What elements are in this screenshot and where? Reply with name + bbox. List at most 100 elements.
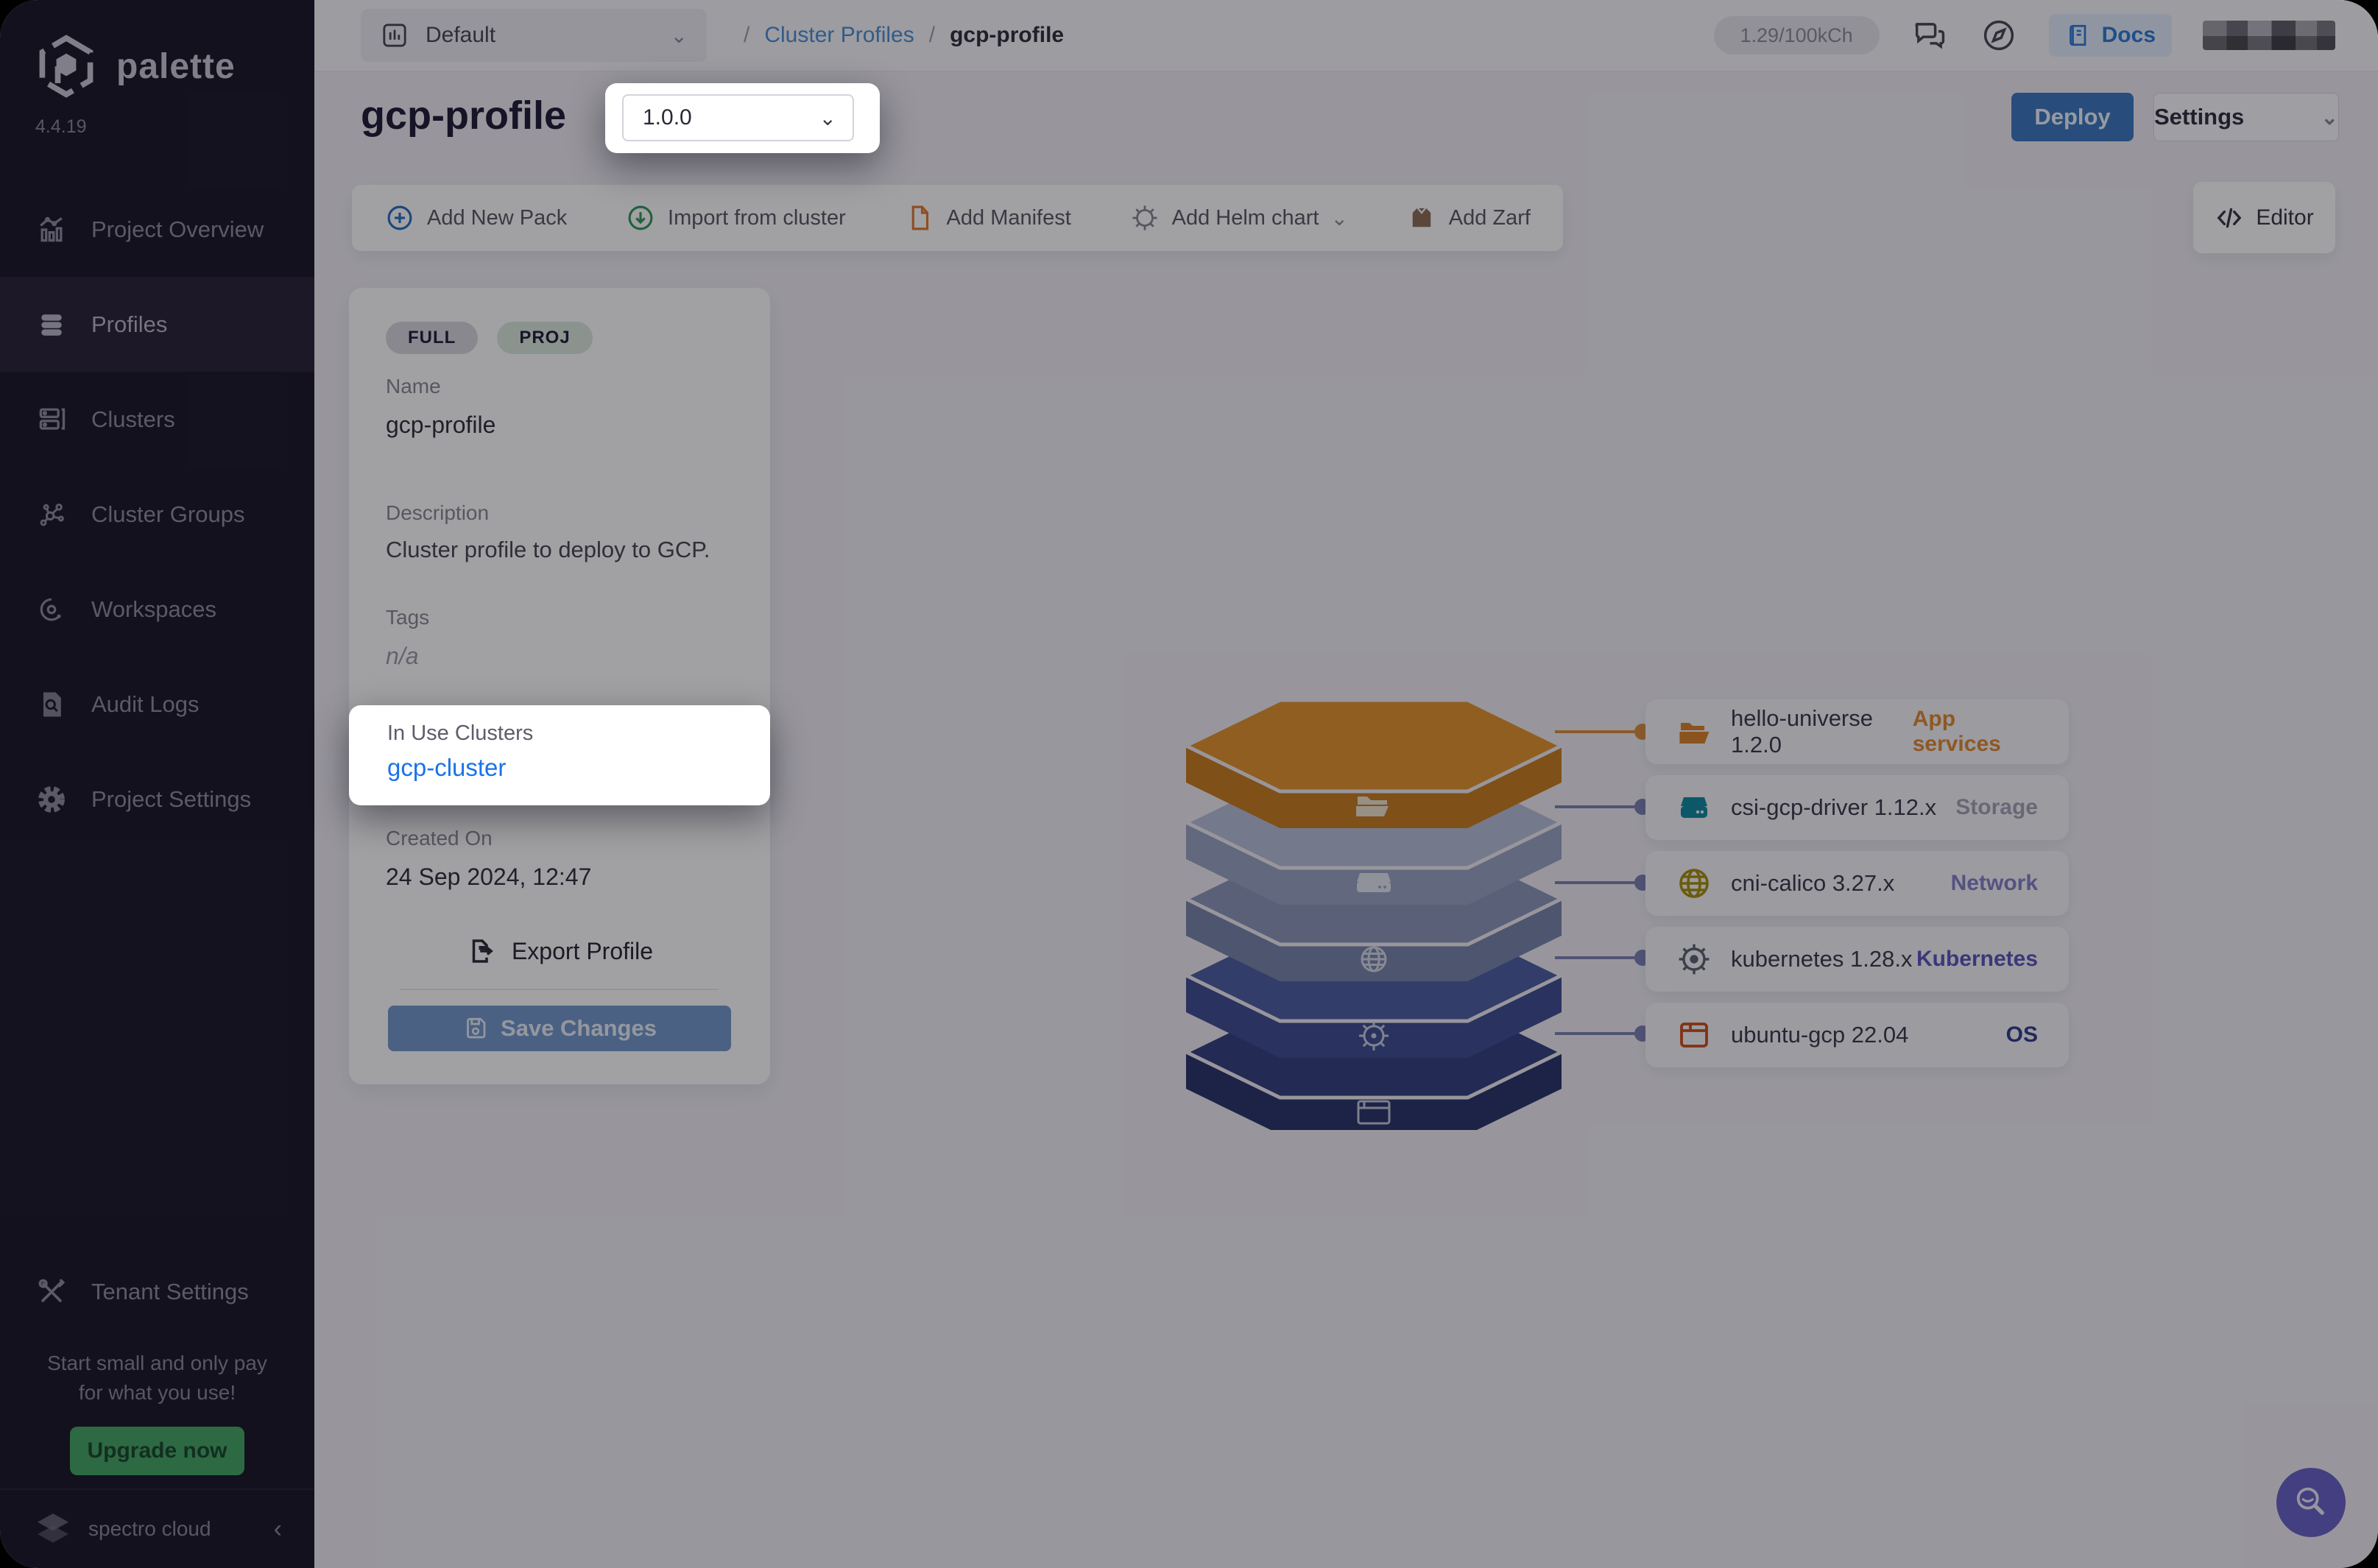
pack-category: Network — [1951, 871, 2038, 896]
logo-wordmark: palette — [116, 46, 236, 87]
user-name-redacted[interactable] — [2203, 21, 2335, 50]
topbar: Default ⌄ / Cluster Profiles / gcp-profi… — [314, 0, 2378, 71]
breadcrumb-current: gcp-profile — [950, 23, 1064, 48]
open-folder-icon — [1676, 714, 1712, 749]
add-new-pack-label: Add New Pack — [427, 206, 567, 230]
sidebar-item-cluster-groups[interactable]: Cluster Groups — [0, 467, 314, 562]
add-helm-chart-label: Add Helm chart — [1172, 206, 1319, 230]
kubernetes-wheel-icon — [1676, 942, 1712, 977]
add-manifest-label: Add Manifest — [947, 206, 1071, 230]
divider — [401, 989, 719, 990]
sidebar: palette 4.4.19 Project Overview Profiles — [0, 0, 314, 1568]
created-on-value: 24 Sep 2024, 12:47 — [386, 864, 591, 891]
stack-layer-app-services[interactable] — [1186, 700, 1562, 828]
sidebar-item-tenant-settings[interactable]: Tenant Settings — [0, 1251, 314, 1332]
pack-row-kubernetes[interactable]: kubernetes 1.28.x Kubernetes — [1645, 927, 2069, 992]
add-zarf-button[interactable]: Add Zarf — [1406, 202, 1531, 233]
orbit-icon — [35, 593, 68, 626]
os-window-icon — [1676, 1017, 1712, 1053]
export-profile-label: Export Profile — [512, 938, 653, 965]
code-icon — [2215, 203, 2244, 233]
pack-category: App services — [1913, 707, 2038, 757]
help-search-bubble-button[interactable] — [2276, 1468, 2346, 1537]
project-selector[interactable]: Default ⌄ — [361, 9, 707, 62]
breadcrumb: / Cluster Profiles / gcp-profile — [744, 23, 1064, 48]
save-changes-label: Save Changes — [501, 1015, 657, 1042]
profile-layer-stack — [1168, 688, 1580, 1130]
add-manifest-button[interactable]: Add Manifest — [904, 202, 1071, 233]
upgrade-promo-text: Start small and only pay for what you us… — [0, 1349, 314, 1408]
download-circle-icon — [625, 202, 656, 233]
book-icon — [2065, 22, 2092, 49]
pack-name: csi-gcp-driver 1.12.x — [1731, 794, 1936, 821]
pack-row-ubuntu-gcp[interactable]: ubuntu-gcp 22.04 OS — [1645, 1003, 2069, 1067]
sidebar-item-audit-logs[interactable]: Audit Logs — [0, 657, 314, 752]
version-spotlight: 1.0.0 ⌄ — [605, 83, 880, 153]
sidebar-footer: spectro cloud ‹ — [0, 1488, 314, 1568]
name-label: Name — [386, 375, 441, 398]
sidebar-item-project-settings[interactable]: Project Settings — [0, 752, 314, 847]
chevron-down-icon: ⌄ — [2321, 105, 2338, 130]
sidebar-item-workspaces[interactable]: Workspaces — [0, 562, 314, 657]
pack-name: ubuntu-gcp 22.04 — [1731, 1022, 1908, 1048]
save-changes-button[interactable]: Save Changes — [388, 1006, 731, 1051]
gear-icon — [35, 783, 68, 816]
chart-icon — [35, 213, 68, 246]
chevron-down-icon: ⌄ — [1330, 206, 1347, 230]
spectro-cloud-logo-icon — [32, 1508, 74, 1550]
manifest-file-icon — [904, 202, 935, 233]
sidebar-item-label: Profiles — [91, 311, 167, 338]
chat-button[interactable] — [1910, 16, 1949, 54]
sidebar-nav: Project Overview Profiles Clusters — [0, 182, 314, 847]
profile-toolbar: Add New Pack Import from cluster Add Man… — [352, 185, 1563, 251]
pack-row-csi-gcp-driver[interactable]: csi-gcp-driver 1.12.x Storage — [1645, 775, 2069, 840]
add-helm-chart-button[interactable]: Add Helm chart ⌄ — [1129, 202, 1348, 233]
import-from-cluster-button[interactable]: Import from cluster — [625, 202, 846, 233]
sidebar-item-profiles[interactable]: Profiles — [0, 277, 314, 372]
app-window: palette 4.4.19 Project Overview Profiles — [0, 0, 2378, 1568]
chevron-down-icon: ⌄ — [671, 24, 688, 48]
storage-drive-icon — [1357, 873, 1391, 892]
globe-icon — [1676, 866, 1712, 901]
export-profile-button[interactable]: Export Profile — [349, 936, 770, 967]
sidebar-item-label: Tenant Settings — [91, 1279, 249, 1305]
plus-circle-icon — [384, 202, 415, 233]
pack-category: Storage — [1955, 795, 2038, 820]
profile-version-dropdown[interactable]: 1.0.0 ⌄ — [622, 94, 854, 141]
profile-version-value: 1.0.0 — [643, 105, 692, 130]
audit-log-icon — [35, 688, 68, 721]
sidebar-item-project-overview[interactable]: Project Overview — [0, 182, 314, 277]
app-version: 4.4.19 — [35, 116, 87, 138]
settings-button[interactable]: Settings ⌄ — [2153, 93, 2339, 141]
chat-icon — [1910, 16, 1949, 54]
breadcrumb-link-cluster-profiles[interactable]: Cluster Profiles — [764, 23, 914, 48]
collapse-sidebar-icon[interactable]: ‹ — [274, 1515, 282, 1544]
profile-details-card: FULL PROJ Name gcp-profile Description C… — [349, 288, 770, 1084]
sidebar-item-label: Workspaces — [91, 596, 216, 623]
add-new-pack-button[interactable]: Add New Pack — [384, 202, 567, 233]
sidebar-item-label: Audit Logs — [91, 691, 200, 718]
docs-button[interactable]: Docs — [2049, 14, 2172, 57]
topbar-actions: 1.29/100kCh Docs — [1714, 14, 2335, 57]
pack-name: kubernetes 1.28.x — [1731, 946, 1912, 972]
upgrade-now-button[interactable]: Upgrade now — [70, 1427, 244, 1475]
settings-label: Settings — [2154, 104, 2244, 130]
pack-row-hello-universe[interactable]: hello-universe 1.2.0 App services — [1645, 699, 2069, 764]
breadcrumb-separator: / — [929, 23, 935, 48]
explore-button[interactable] — [1980, 16, 2018, 54]
pack-category: OS — [2006, 1023, 2038, 1048]
breadcrumb-separator: / — [744, 23, 749, 48]
editor-label: Editor — [2256, 205, 2313, 230]
pack-name: hello-universe 1.2.0 — [1731, 705, 1913, 758]
save-icon — [462, 1015, 489, 1042]
tags-label: Tags — [386, 606, 429, 629]
export-icon — [466, 936, 497, 967]
badge-full: FULL — [386, 322, 478, 354]
brand-name: spectro cloud — [88, 1517, 211, 1541]
deploy-button[interactable]: Deploy — [2011, 93, 2134, 141]
in-use-cluster-link[interactable]: gcp-cluster — [387, 754, 506, 782]
tools-icon — [35, 1276, 68, 1308]
pack-row-cni-calico[interactable]: cni-calico 3.27.x Network — [1645, 851, 2069, 916]
sidebar-item-clusters[interactable]: Clusters — [0, 372, 314, 467]
editor-toggle-button[interactable]: Editor — [2193, 182, 2335, 253]
